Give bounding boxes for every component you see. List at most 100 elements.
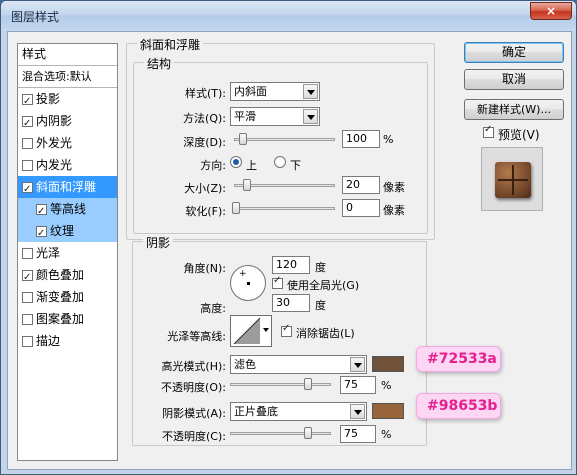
bevel-style-select[interactable]: 内斜面: [230, 82, 320, 101]
highlight-mode-label: 高光模式(H):: [161, 360, 226, 373]
anti-aliased-label: 消除锯齿(L): [296, 327, 355, 340]
soften-input[interactable]: 0: [342, 199, 380, 217]
chevron-down-icon: [303, 84, 318, 99]
style-list-item[interactable]: 光泽: [18, 242, 117, 264]
style-list-item-label: 内发光: [36, 158, 73, 172]
style-checkbox[interactable]: [22, 91, 33, 113]
direction-down-label: 下: [290, 159, 301, 172]
style-checkbox[interactable]: [22, 179, 33, 201]
shadow-mode-select[interactable]: 正片叠底: [230, 402, 367, 421]
ok-button[interactable]: 确定: [464, 42, 564, 63]
style-checkbox[interactable]: [22, 335, 33, 347]
style-checkbox[interactable]: [36, 201, 47, 223]
shading-group-label: 阴影: [143, 234, 174, 251]
style-list-item[interactable]: 内阴影: [18, 110, 117, 135]
chevron-down-icon: [350, 404, 365, 419]
dialog-body: 样式 混合选项:默认 投影内阴影外发光内发光斜面和浮雕等高线纹理光泽颜色叠加渐变…: [7, 31, 572, 470]
altitude-unit: 度: [315, 299, 326, 312]
soften-unit: 像素: [383, 204, 405, 217]
soften-label: 软化(F):: [185, 205, 226, 218]
cancel-button[interactable]: 取消: [464, 69, 564, 90]
shadow-mode-label: 阴影模式(A):: [162, 407, 226, 420]
highlight-mode-select[interactable]: 滤色: [230, 355, 367, 374]
style-list-item[interactable]: 纹理: [18, 220, 117, 245]
style-checkbox[interactable]: [22, 137, 33, 149]
style-list-item-label: 等高线: [50, 202, 87, 216]
style-list: 样式 混合选项:默认 投影内阴影外发光内发光斜面和浮雕等高线纹理光泽颜色叠加渐变…: [17, 43, 118, 461]
shadow-color-swatch[interactable]: [372, 403, 404, 419]
highlight-color-callout: #72533a: [416, 346, 501, 372]
style-list-item[interactable]: 内发光: [18, 154, 117, 176]
highlight-opacity-track[interactable]: [230, 383, 331, 386]
shadow-opacity-thumb[interactable]: [304, 427, 312, 439]
style-checkbox[interactable]: [22, 313, 33, 325]
style-list-item[interactable]: 斜面和浮雕: [18, 176, 117, 201]
title-bar: 图层样式 ×: [1, 1, 576, 31]
highlight-color-swatch[interactable]: [372, 356, 404, 372]
technique-label: 方法(Q):: [183, 112, 226, 125]
preview-groove-v: [512, 165, 514, 195]
blend-options-item[interactable]: 混合选项:默认: [18, 66, 117, 88]
depth-unit: %: [383, 133, 394, 146]
style-checkbox[interactable]: [22, 159, 33, 171]
style-checkbox[interactable]: [22, 267, 33, 289]
depth-slider-track[interactable]: [234, 138, 335, 141]
shadow-opacity-track[interactable]: [230, 432, 331, 435]
angle-dial-center: [247, 282, 250, 285]
style-list-item[interactable]: 颜色叠加: [18, 264, 117, 289]
chevron-down-icon: [303, 109, 318, 124]
shadow-opacity-input[interactable]: 75: [340, 425, 376, 443]
highlight-opacity-input[interactable]: 75: [340, 376, 376, 394]
depth-slider-thumb[interactable]: [239, 133, 247, 145]
preview-label: 预览(V): [498, 128, 540, 142]
style-list-item[interactable]: 投影: [18, 88, 117, 113]
bevel-emboss-group-label: 斜面和浮雕: [137, 36, 204, 53]
style-list-item[interactable]: 外发光: [18, 132, 117, 154]
preview-swatch: [495, 162, 531, 198]
size-input[interactable]: 20: [342, 176, 380, 194]
global-light-checkbox[interactable]: [272, 275, 283, 289]
size-slider-thumb[interactable]: [243, 179, 251, 191]
technique-select[interactable]: 平滑: [230, 107, 320, 126]
style-list-item-label: 描边: [36, 334, 61, 348]
highlight-mode-value: 滤色: [234, 358, 256, 371]
gloss-contour-picker[interactable]: [230, 315, 272, 347]
direction-down-radio[interactable]: [274, 156, 286, 168]
style-checkbox[interactable]: [22, 113, 33, 135]
style-list-item[interactable]: 描边: [18, 330, 117, 352]
preview-thumbnail: [481, 147, 543, 211]
style-checkbox[interactable]: [22, 247, 33, 259]
style-checkbox[interactable]: [36, 223, 47, 245]
anti-aliased-checkbox[interactable]: [281, 323, 292, 337]
style-list-item[interactable]: 渐变叠加: [18, 286, 117, 308]
depth-label: 深度(D):: [183, 136, 226, 149]
close-button[interactable]: ×: [530, 2, 572, 20]
angle-dial[interactable]: +: [230, 265, 266, 301]
angle-dial-crosshair-icon: +: [239, 269, 247, 279]
altitude-input[interactable]: 30: [272, 294, 310, 312]
style-checkbox[interactable]: [22, 291, 33, 303]
style-list-item-label: 投影: [36, 92, 61, 106]
angle-input[interactable]: 120: [272, 256, 310, 274]
style-list-item-label: 颜色叠加: [36, 268, 85, 282]
soften-slider-track[interactable]: [234, 207, 335, 210]
preview-checkbox[interactable]: [483, 124, 494, 138]
style-list-item[interactable]: 等高线: [18, 198, 117, 223]
styles-header[interactable]: 样式: [18, 44, 117, 66]
style-list-item-label: 光泽: [36, 246, 61, 260]
new-style-button[interactable]: 新建样式(W)...: [464, 99, 564, 120]
style-list-item[interactable]: 图案叠加: [18, 308, 117, 330]
highlight-opacity-unit: %: [381, 379, 392, 392]
altitude-label: 高度:: [200, 302, 226, 315]
angle-label: 角度(N):: [183, 262, 226, 275]
chevron-down-icon: [350, 357, 365, 372]
direction-up-label: 上: [246, 159, 257, 172]
window-title: 图层样式: [11, 10, 60, 24]
depth-input[interactable]: 100: [342, 130, 380, 148]
technique-value: 平滑: [234, 110, 256, 123]
bevel-style-value: 内斜面: [234, 85, 267, 98]
soften-slider-thumb[interactable]: [232, 202, 240, 214]
gloss-contour-label: 光泽等高线:: [167, 330, 226, 343]
highlight-opacity-thumb[interactable]: [304, 378, 312, 390]
direction-up-radio[interactable]: [230, 156, 242, 168]
